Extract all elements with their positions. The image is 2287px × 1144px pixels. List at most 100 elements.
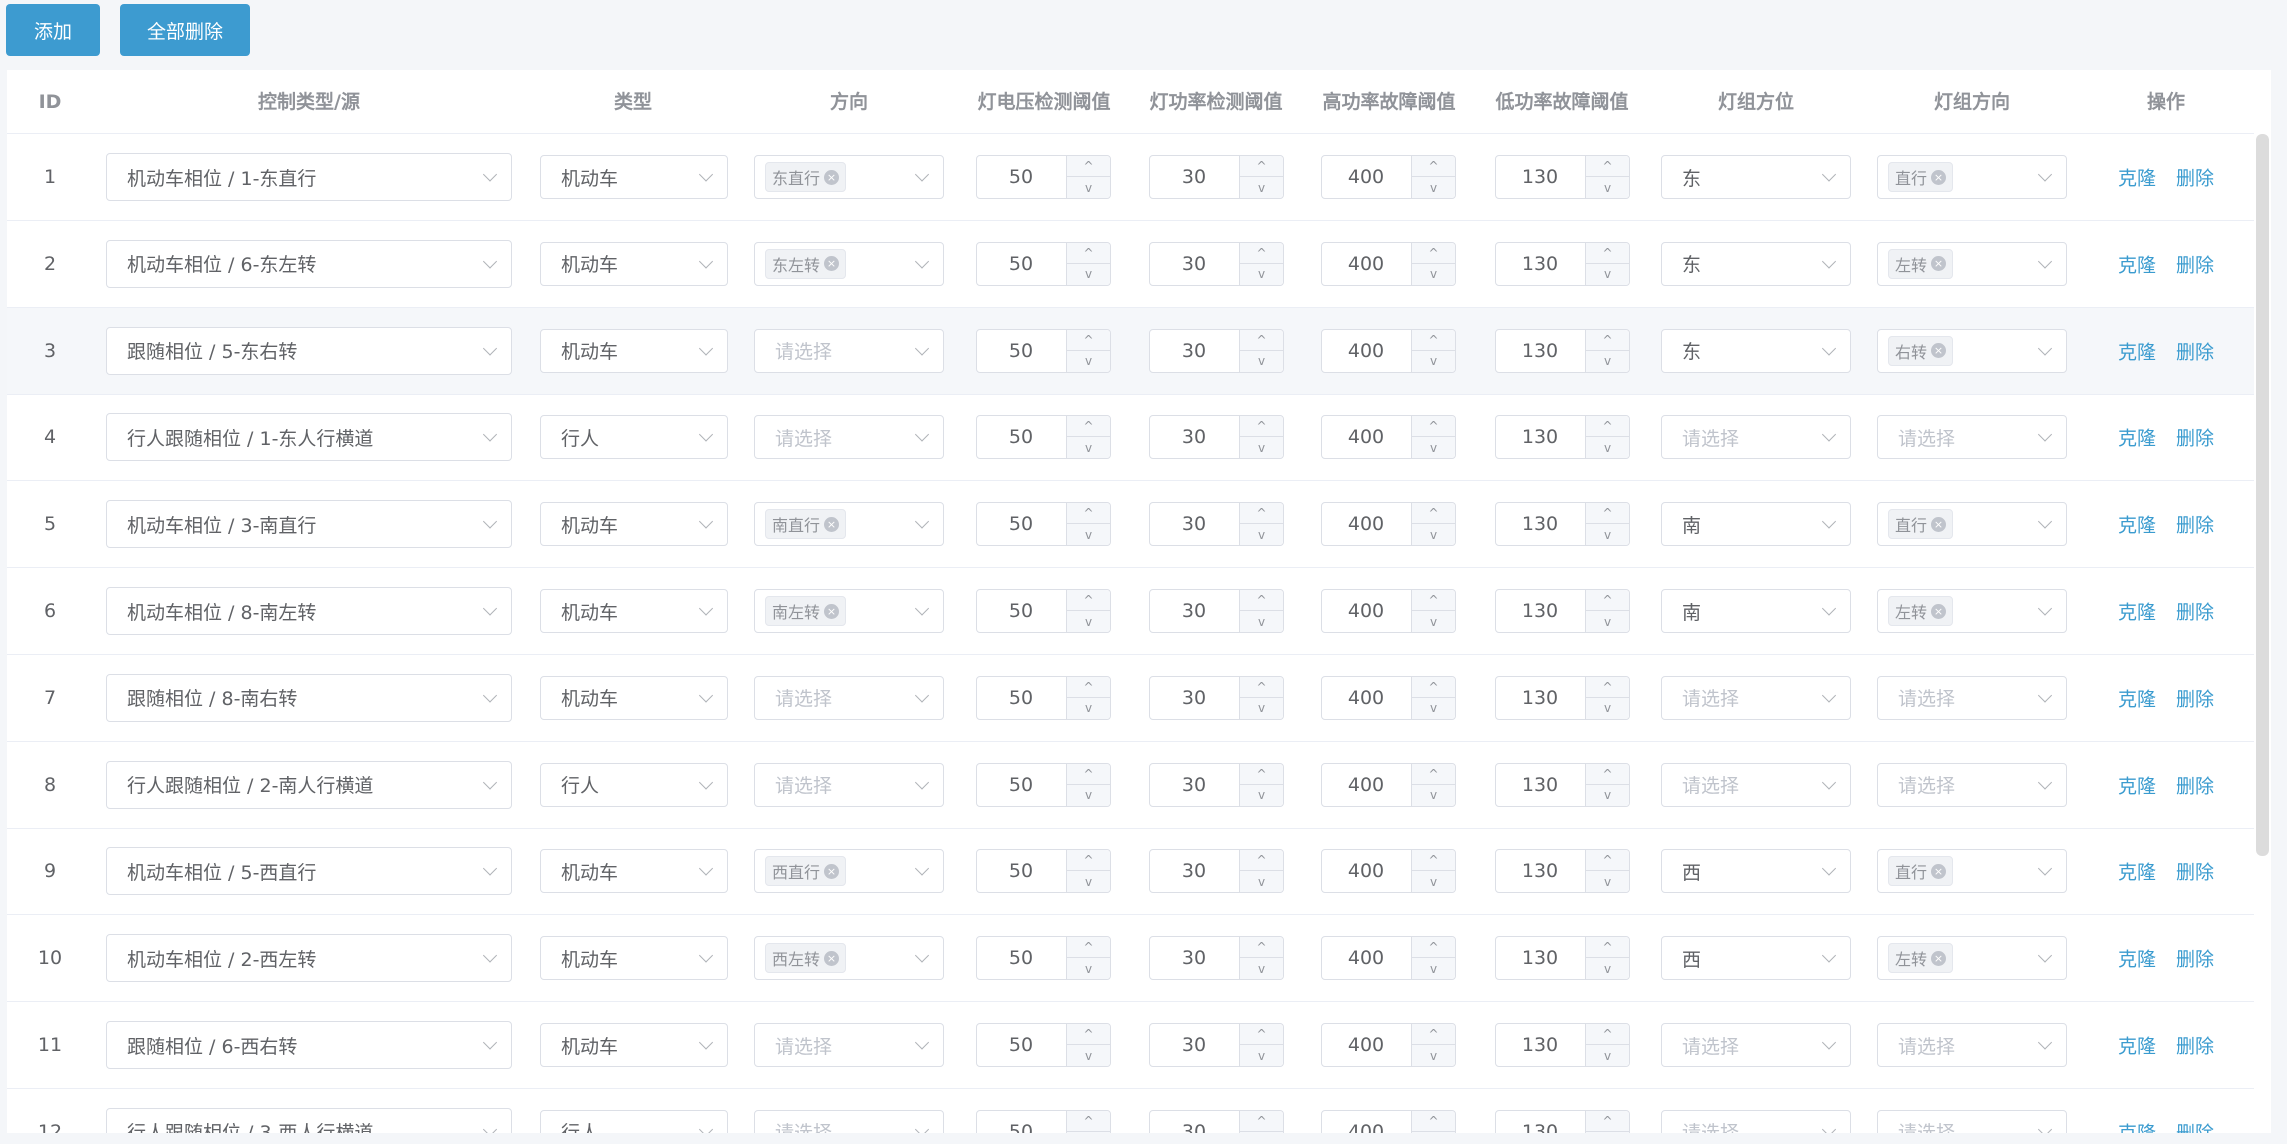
group-direction-select[interactable]: 直行 × — [1877, 155, 2067, 199]
control-source-select[interactable]: 跟随相位 / 6-西右转 — [106, 1021, 512, 1069]
group-position-select[interactable]: 请选择 — [1661, 415, 1851, 460]
increase-icon[interactable]: ^ — [1066, 1024, 1110, 1045]
tag-close-icon[interactable]: × — [824, 603, 840, 619]
power-threshold-input[interactable]: 30^v — [1149, 1023, 1284, 1067]
stepper-value[interactable]: 50 — [977, 850, 1065, 892]
delete-link[interactable]: 删除 — [2176, 337, 2214, 364]
stepper-value[interactable]: 50 — [977, 156, 1065, 198]
increase-icon[interactable]: ^ — [1411, 1110, 1455, 1132]
stepper-value[interactable]: 50 — [977, 503, 1065, 545]
increase-icon[interactable]: ^ — [1066, 590, 1110, 611]
decrease-icon[interactable]: v — [1585, 350, 1629, 372]
decrease-icon[interactable]: v — [1411, 350, 1455, 372]
increase-icon[interactable]: ^ — [1411, 937, 1455, 959]
stepper-value[interactable]: 30 — [1150, 937, 1238, 979]
high-power-threshold-input[interactable]: 400^v — [1321, 1023, 1456, 1067]
increase-icon[interactable]: ^ — [1585, 156, 1629, 177]
increase-icon[interactable]: ^ — [1066, 416, 1110, 438]
control-source-select[interactable]: 机动车相位 / 3-南直行 — [106, 500, 512, 549]
decrease-icon[interactable]: v — [1239, 1045, 1283, 1066]
low-power-threshold-input[interactable]: 130^v — [1495, 849, 1630, 894]
decrease-icon[interactable]: v — [1066, 263, 1110, 285]
group-position-select[interactable]: 请选择 — [1661, 1023, 1851, 1067]
stepper-value[interactable]: 50 — [977, 590, 1065, 632]
decrease-icon[interactable]: v — [1585, 958, 1629, 980]
control-source-select[interactable]: 机动车相位 / 8-南左转 — [106, 587, 512, 635]
increase-icon[interactable]: ^ — [1239, 416, 1283, 438]
voltage-threshold-input[interactable]: 50^v — [976, 241, 1111, 286]
decrease-icon[interactable]: v — [1411, 784, 1455, 806]
clone-link[interactable]: 克隆 — [2118, 771, 2156, 798]
low-power-threshold-input[interactable]: 130^v — [1495, 589, 1630, 633]
delete-link[interactable]: 删除 — [2176, 424, 2214, 451]
tag-close-icon[interactable]: × — [1931, 863, 1947, 879]
tag-close-icon[interactable]: × — [824, 863, 840, 879]
increase-icon[interactable]: ^ — [1066, 937, 1110, 959]
stepper-value[interactable]: 400 — [1322, 850, 1410, 892]
delete-link[interactable]: 删除 — [2176, 945, 2214, 972]
stepper-value[interactable]: 130 — [1496, 677, 1584, 719]
stepper-value[interactable]: 130 — [1496, 503, 1584, 545]
group-position-select[interactable]: 请选择 — [1661, 675, 1851, 720]
clone-link[interactable]: 克隆 — [2118, 945, 2156, 972]
increase-icon[interactable]: ^ — [1411, 763, 1455, 785]
stepper-value[interactable]: 50 — [977, 1024, 1065, 1066]
type-select[interactable]: 机动车 — [540, 589, 728, 633]
decrease-icon[interactable]: v — [1411, 263, 1455, 285]
increase-icon[interactable]: ^ — [1585, 676, 1629, 698]
increase-icon[interactable]: ^ — [1239, 676, 1283, 698]
decrease-icon[interactable]: v — [1239, 177, 1283, 198]
high-power-threshold-input[interactable]: 400^v — [1321, 241, 1456, 286]
clone-link[interactable]: 克隆 — [2118, 598, 2156, 625]
stepper-value[interactable]: 130 — [1496, 937, 1584, 979]
tag-close-icon[interactable]: × — [1931, 343, 1947, 359]
type-select[interactable]: 机动车 — [540, 328, 728, 373]
group-direction-select[interactable]: 请选择 — [1877, 415, 2067, 460]
high-power-threshold-input[interactable]: 400^v — [1321, 589, 1456, 633]
voltage-threshold-input[interactable]: 50^v — [976, 936, 1111, 981]
stepper-value[interactable]: 400 — [1322, 1111, 1410, 1133]
low-power-threshold-input[interactable]: 130^v — [1495, 675, 1630, 720]
stepper-value[interactable]: 30 — [1150, 590, 1238, 632]
decrease-icon[interactable]: v — [1239, 350, 1283, 372]
direction-select[interactable]: 请选择 — [754, 415, 944, 460]
tag-close-icon[interactable]: × — [1931, 169, 1947, 185]
voltage-threshold-input[interactable]: 50^v — [976, 502, 1111, 547]
decrease-icon[interactable]: v — [1585, 524, 1629, 546]
group-direction-select[interactable]: 左转 × — [1877, 936, 2067, 981]
group-position-select[interactable]: 请选择 — [1661, 1109, 1851, 1133]
direction-select[interactable]: 西直行 × — [754, 849, 944, 894]
increase-icon[interactable]: ^ — [1585, 242, 1629, 264]
delete-link[interactable]: 删除 — [2176, 1118, 2214, 1133]
clone-link[interactable]: 克隆 — [2118, 164, 2156, 191]
stepper-value[interactable]: 30 — [1150, 330, 1238, 372]
control-source-select[interactable]: 跟随相位 / 8-南右转 — [106, 673, 512, 722]
increase-icon[interactable]: ^ — [1585, 763, 1629, 785]
increase-icon[interactable]: ^ — [1411, 1024, 1455, 1045]
decrease-icon[interactable]: v — [1585, 784, 1629, 806]
delete-link[interactable]: 删除 — [2176, 250, 2214, 277]
decrease-icon[interactable]: v — [1066, 871, 1110, 893]
high-power-threshold-input[interactable]: 400^v — [1321, 502, 1456, 547]
group-position-select[interactable]: 东 — [1661, 155, 1851, 199]
group-direction-select[interactable]: 左转 × — [1877, 241, 2067, 286]
decrease-icon[interactable]: v — [1066, 697, 1110, 719]
increase-icon[interactable]: ^ — [1066, 242, 1110, 264]
direction-select[interactable]: 请选择 — [754, 762, 944, 807]
type-select[interactable]: 机动车 — [540, 849, 728, 894]
power-threshold-input[interactable]: 30^v — [1149, 155, 1284, 199]
direction-select[interactable]: 西左转 × — [754, 936, 944, 981]
increase-icon[interactable]: ^ — [1411, 242, 1455, 264]
decrease-icon[interactable]: v — [1411, 871, 1455, 893]
delete-link[interactable]: 删除 — [2176, 858, 2214, 885]
stepper-value[interactable]: 30 — [1150, 1111, 1238, 1133]
increase-icon[interactable]: ^ — [1411, 503, 1455, 525]
increase-icon[interactable]: ^ — [1239, 763, 1283, 785]
increase-icon[interactable]: ^ — [1585, 1110, 1629, 1132]
decrease-icon[interactable]: v — [1239, 611, 1283, 632]
low-power-threshold-input[interactable]: 130^v — [1495, 328, 1630, 373]
stepper-value[interactable]: 50 — [977, 243, 1065, 285]
increase-icon[interactable]: ^ — [1585, 416, 1629, 438]
group-position-select[interactable]: 南 — [1661, 502, 1851, 547]
decrease-icon[interactable]: v — [1585, 263, 1629, 285]
